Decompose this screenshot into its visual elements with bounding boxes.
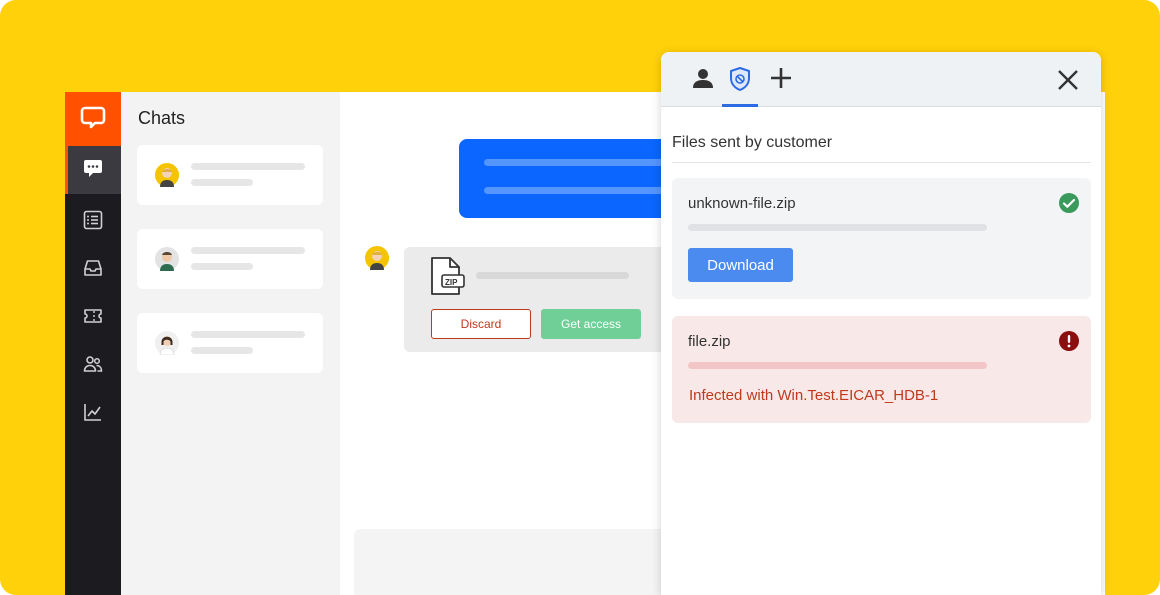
ticket-icon (82, 305, 104, 332)
nav-item-customers[interactable] (65, 342, 121, 390)
chat-list-item[interactable] (137, 313, 323, 373)
chat-list-title: Chats (138, 108, 186, 128)
chat-list: Chats (121, 92, 340, 595)
user-icon (691, 66, 715, 95)
tab-customer[interactable] (685, 66, 721, 100)
file-card-infected: file.zip Infected with Win.Test.EICAR_HD… (672, 316, 1091, 423)
inbox-icon (82, 257, 104, 284)
chat-bubble-logo-icon (80, 104, 106, 135)
customer-avatar (365, 246, 389, 270)
details-panel: Files sent by customer unknown-file.zip … (661, 52, 1101, 595)
file-type-label: ZIP (445, 278, 458, 287)
tab-add[interactable] (763, 66, 799, 100)
placeholder-line (191, 179, 253, 186)
nav-item-reports[interactable] (65, 390, 121, 438)
section-title: Files sent by customer (672, 134, 833, 151)
chart-line-icon (82, 401, 104, 428)
app-logo[interactable] (65, 92, 121, 146)
file-message: ZIP Discard Get access (404, 247, 704, 352)
avatar (155, 163, 179, 187)
placeholder-line (191, 247, 305, 254)
placeholder-line (191, 163, 305, 170)
placeholder-line (191, 331, 305, 338)
alert-circle-icon (1058, 330, 1080, 352)
discard-button[interactable]: Discard (431, 309, 531, 339)
avatar (155, 247, 179, 271)
stage-background: Chats ZIP Discard Get access Files sent … (0, 0, 1160, 595)
file-name: file.zip (688, 333, 731, 350)
close-panel-button[interactable] (1056, 69, 1080, 96)
nav-item-inbox[interactable] (65, 246, 121, 294)
divider (672, 162, 1091, 163)
placeholder-line (191, 263, 253, 270)
check-circle-icon (1058, 192, 1080, 214)
plus-icon (769, 66, 793, 95)
placeholder-line (191, 347, 253, 354)
nav-rail (65, 92, 121, 595)
nav-item-chats[interactable] (65, 146, 121, 194)
chat-list-item[interactable] (137, 229, 323, 289)
panel-header (661, 52, 1101, 107)
nav-item-tickets[interactable] (65, 294, 121, 342)
placeholder-line (476, 272, 629, 279)
list-icon (82, 209, 104, 236)
close-icon (1057, 69, 1079, 96)
get-access-button[interactable]: Get access (541, 309, 641, 339)
placeholder-line (688, 224, 987, 231)
people-icon (82, 353, 104, 380)
placeholder-line (688, 362, 987, 369)
avatar (155, 331, 179, 356)
download-button[interactable]: Download (688, 248, 793, 282)
tab-file-security[interactable] (722, 66, 758, 107)
shield-icon (727, 66, 753, 97)
message-composer[interactable] (354, 529, 674, 595)
file-name: unknown-file.zip (688, 195, 796, 212)
infection-message: Infected with Win.Test.EICAR_HDB-1 (689, 387, 939, 404)
nav-item-archives[interactable] (65, 198, 121, 246)
file-card-clean: unknown-file.zip Download (672, 178, 1091, 299)
chats-icon (82, 157, 104, 184)
chat-list-item[interactable] (137, 145, 323, 205)
